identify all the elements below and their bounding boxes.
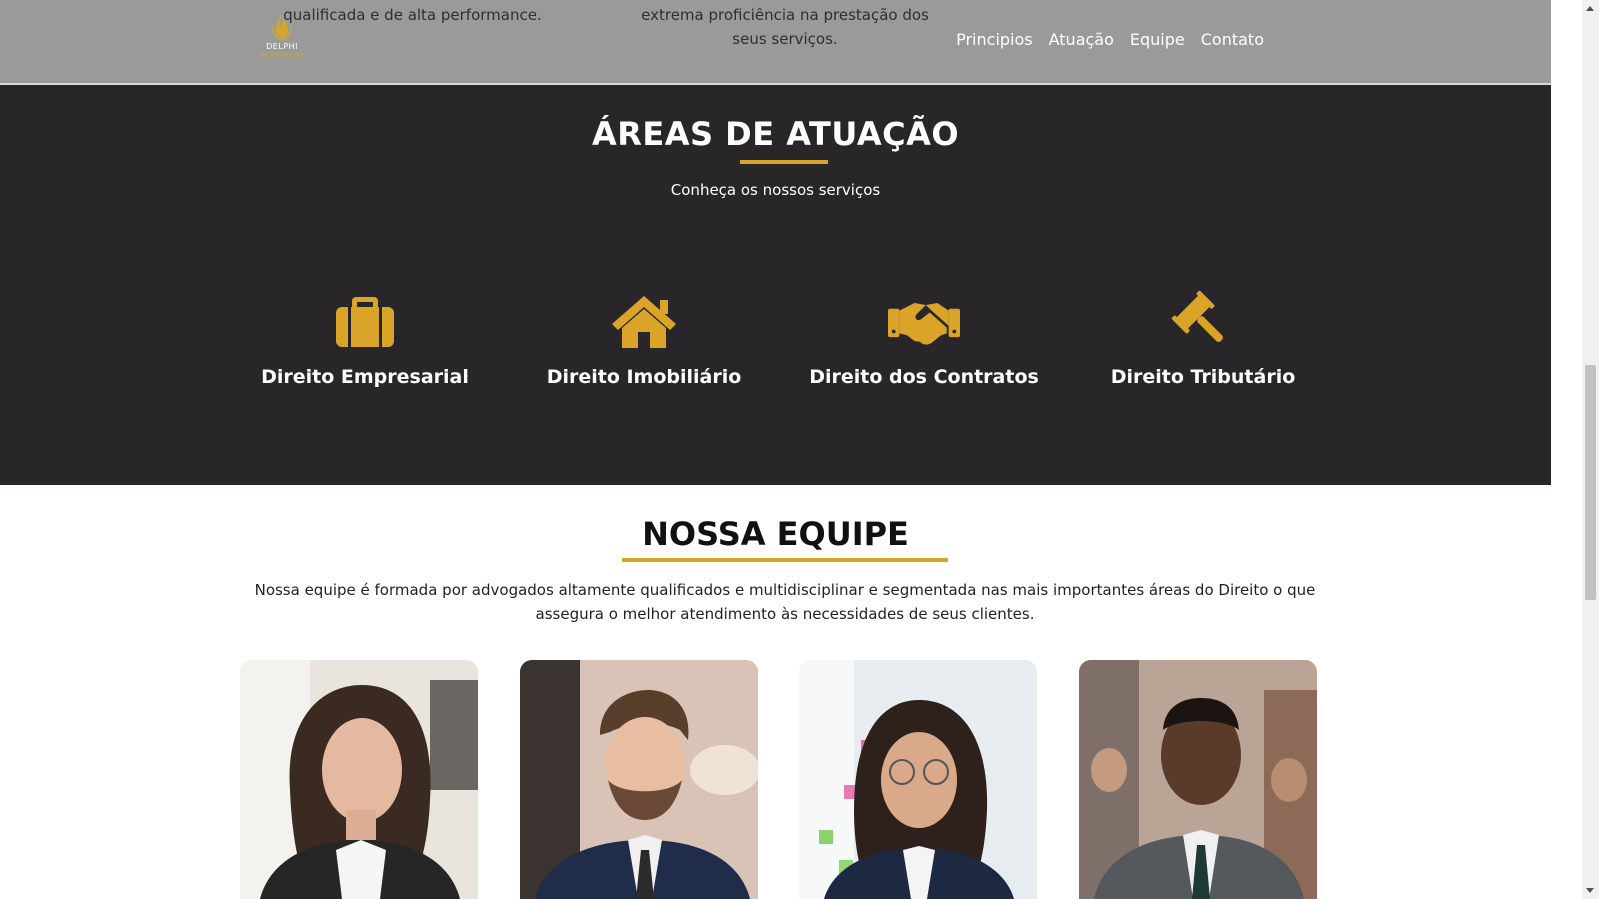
- header: qualificada e de alta performance. extre…: [0, 0, 1551, 85]
- areas-section: ÁREAS DE ATUAÇÃO Conheça os nossos servi…: [0, 85, 1551, 485]
- nav-link-contato[interactable]: Contato: [1201, 30, 1264, 49]
- page-scrollbar[interactable]: [1582, 0, 1599, 899]
- service-direito-tributario[interactable]: Direito Tributário: [1063, 290, 1343, 388]
- intro-paragraph-left: qualificada e de alta performance.: [283, 6, 542, 24]
- service-direito-imobiliario[interactable]: Direito Imobiliário: [504, 290, 784, 388]
- service-direito-contratos[interactable]: Direito dos Contratos: [784, 290, 1064, 388]
- nav-link-principios[interactable]: Principios: [956, 30, 1033, 49]
- logo-text: DELPHI: [266, 42, 298, 51]
- main-nav: Principios Atuação Equipe Contato: [956, 30, 1264, 49]
- house-icon: [608, 290, 680, 354]
- service-direito-empresarial[interactable]: Direito Empresarial: [225, 290, 505, 388]
- logo-flame-icon: [272, 14, 292, 41]
- scroll-up-arrow-icon[interactable]: [1586, 6, 1594, 11]
- team-member-photo-3[interactable]: [799, 660, 1037, 899]
- team-member-photo-4[interactable]: [1079, 660, 1317, 899]
- scrollbar-thumb[interactable]: [1585, 365, 1596, 600]
- gavel-icon: [1167, 290, 1239, 354]
- service-label: Direito dos Contratos: [809, 366, 1039, 388]
- handshake-icon: [888, 290, 960, 354]
- areas-title-underline: [740, 160, 828, 164]
- areas-title: ÁREAS DE ATUAÇÃO: [591, 115, 960, 153]
- service-label: Direito Empresarial: [261, 366, 469, 388]
- team-title-underline: [622, 558, 948, 562]
- service-label: Direito Tributário: [1110, 366, 1296, 388]
- team-member-photo-1[interactable]: [240, 660, 478, 899]
- logo-subtext: ADVOGADOS: [260, 52, 304, 59]
- nav-link-equipe[interactable]: Equipe: [1130, 30, 1185, 49]
- briefcase-icon: [329, 290, 401, 354]
- team-member-photo-2[interactable]: [520, 660, 758, 899]
- service-label: Direito Imobiliário: [546, 366, 742, 388]
- logo[interactable]: DELPHI ADVOGADOS: [255, 12, 309, 68]
- intro-paragraph-right: extrema proficiência na prestação dos se…: [641, 6, 929, 48]
- nav-link-atuacao[interactable]: Atuação: [1049, 30, 1114, 49]
- scroll-down-arrow-icon[interactable]: [1586, 888, 1594, 893]
- areas-subtitle: Conheça os nossos serviços: [670, 181, 881, 199]
- team-title: NOSSA EQUIPE: [642, 515, 909, 553]
- team-description: Nossa equipe é formada por advogados alt…: [254, 581, 1316, 623]
